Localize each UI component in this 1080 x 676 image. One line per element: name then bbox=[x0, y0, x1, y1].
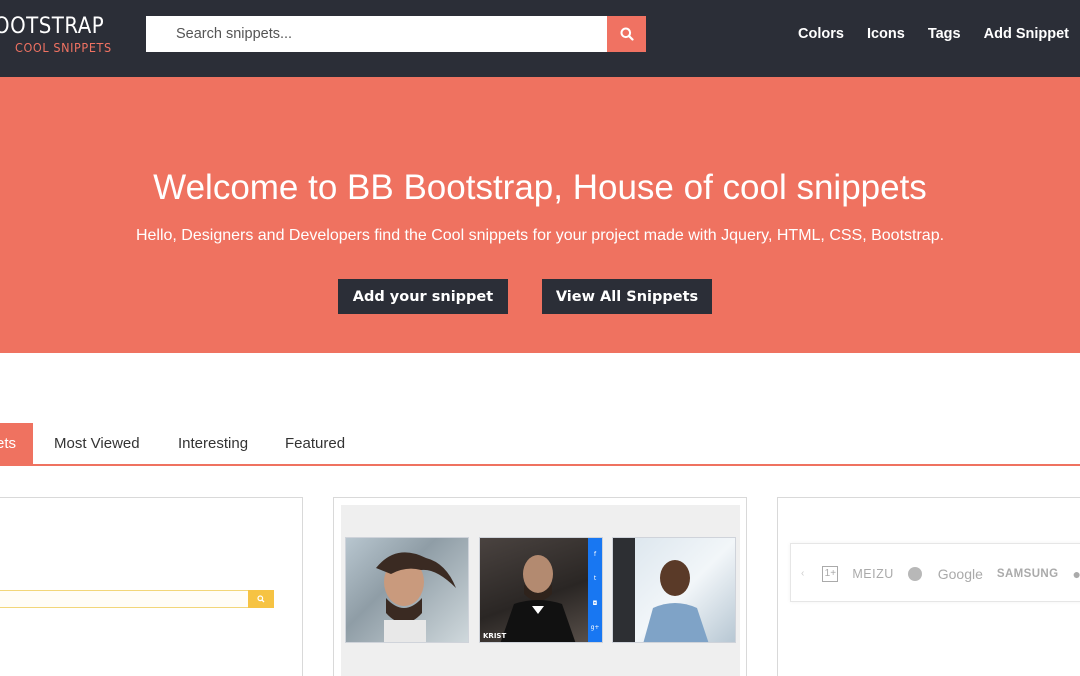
brand-logo-carousel: ‹ 1+ MEIZU Google SAMSUNG ● bbox=[790, 543, 1080, 602]
hero-banner: Welcome to BB Bootstrap, House of cool s… bbox=[0, 77, 1080, 353]
chevron-left-icon: ‹ bbox=[801, 568, 805, 579]
person-image bbox=[613, 538, 709, 642]
snippet-card[interactable]: ‹ 1+ MEIZU Google SAMSUNG ● bbox=[777, 497, 1080, 676]
google-logo: Google bbox=[937, 565, 983, 582]
nav-link-add-snippet[interactable]: Add Snippet bbox=[984, 26, 1069, 42]
preview-search-button bbox=[248, 590, 274, 608]
nav-link-icons[interactable]: Icons bbox=[867, 26, 905, 42]
search-icon bbox=[257, 595, 265, 603]
brand-logo[interactable]: OOTSTRAP COOL SNIPPETS bbox=[0, 14, 112, 55]
photo-caption: KRIST bbox=[483, 632, 507, 640]
twitter-icon: t bbox=[593, 575, 597, 583]
tab-latest-snippets[interactable]: ets bbox=[0, 423, 33, 465]
nav-link-tags[interactable]: Tags bbox=[928, 26, 961, 42]
hero-title: Welcome to BB Bootstrap, House of cool s… bbox=[153, 168, 927, 207]
snippet-card[interactable]: f t ◘ g+ KRIST bbox=[333, 497, 747, 676]
hero-subtitle: Hello, Designers and Developers find the… bbox=[135, 227, 945, 244]
search-input[interactable] bbox=[146, 16, 607, 52]
profile-photo bbox=[345, 537, 469, 643]
search-button[interactable] bbox=[607, 16, 646, 52]
google-plus-icon: g+ bbox=[590, 624, 600, 632]
oneplus-logo-icon: 1+ bbox=[822, 565, 839, 582]
tab-featured[interactable]: Featured bbox=[285, 423, 345, 465]
facebook-icon: f bbox=[593, 550, 597, 558]
brand-logos: ‹ 1+ MEIZU Google SAMSUNG ● bbox=[791, 544, 1080, 603]
nav-link-colors[interactable]: Colors bbox=[798, 26, 844, 42]
tab-interesting[interactable]: Interesting bbox=[178, 423, 248, 465]
samsung-logo: SAMSUNG bbox=[996, 567, 1059, 580]
meizu-logo: MEIZU bbox=[852, 566, 894, 581]
add-snippet-button[interactable]: Add your snippet bbox=[338, 279, 508, 314]
instagram-icon: ◘ bbox=[592, 599, 598, 607]
search-icon bbox=[620, 27, 634, 41]
view-all-snippets-button[interactable]: View All Snippets bbox=[542, 279, 712, 314]
profile-photo: f t ◘ g+ KRIST bbox=[479, 537, 603, 643]
person-image bbox=[500, 555, 576, 642]
snippet-card[interactable] bbox=[0, 497, 303, 676]
profile-photo bbox=[612, 537, 736, 643]
snippet-tabs: ets Most Viewed Interesting Featured bbox=[0, 423, 1080, 466]
apple-logo-icon: ● bbox=[1072, 565, 1080, 582]
search-bar bbox=[146, 16, 646, 52]
tab-most-viewed[interactable]: Most Viewed bbox=[54, 423, 140, 465]
card-preview: f t ◘ g+ KRIST bbox=[341, 505, 740, 676]
brand-title: OOTSTRAP bbox=[0, 14, 105, 39]
preview-search-input bbox=[0, 590, 249, 608]
person-image bbox=[376, 552, 456, 642]
brand-tagline: COOL SNIPPETS bbox=[15, 40, 112, 55]
brand-circle-logo-icon bbox=[907, 566, 924, 581]
top-navbar: OOTSTRAP COOL SNIPPETS Colors Icons Tags… bbox=[0, 0, 1080, 77]
social-icons-bar: f t ◘ g+ bbox=[588, 538, 602, 642]
nav-links: Colors Icons Tags Add Snippet bbox=[775, 26, 1069, 42]
tab-label: ets bbox=[0, 435, 16, 452]
